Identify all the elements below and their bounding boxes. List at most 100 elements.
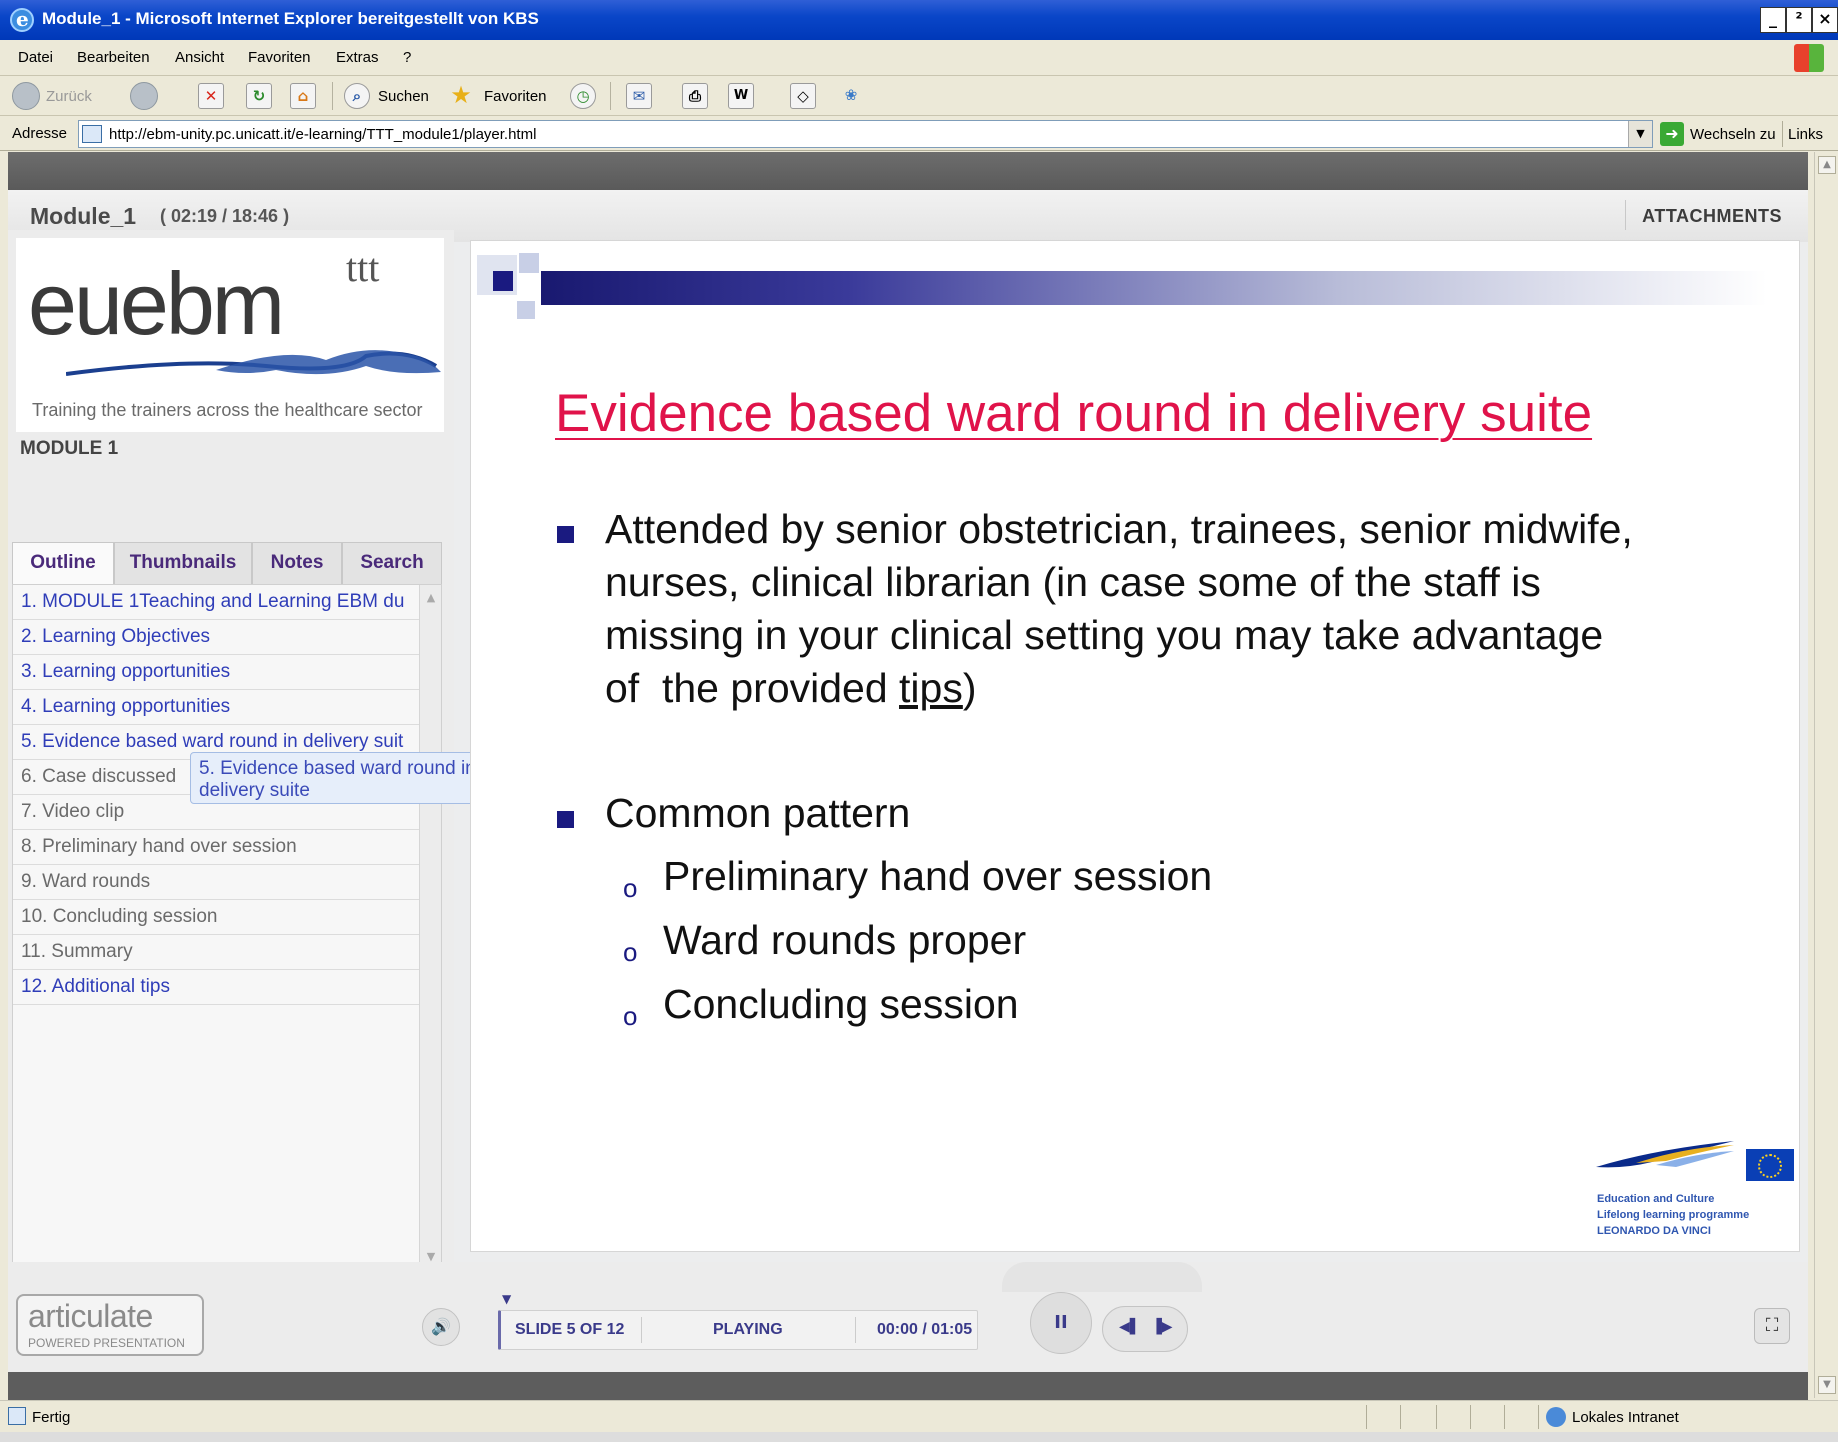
address-dropdown-icon[interactable]: ▼ [1628,121,1652,147]
outline-item[interactable]: 1. MODULE 1Teaching and Learning EBM du [13,585,419,620]
favorites-star-icon[interactable]: ★ [448,83,474,109]
bullet-line: of the provided tips) [605,662,1785,715]
fullscreen-icon[interactable]: ⛶ [1754,1308,1790,1344]
bullet-line-suffix: ) [962,665,977,711]
outline-item[interactable]: 10. Concluding session [13,900,419,935]
menu-help[interactable]: ? [403,49,411,66]
bullet-attended: Attended by senior obstetrician, trainee… [605,503,1785,715]
playback-time: 00:00 / 01:05 [877,1321,973,1338]
tagline: Training the trainers across the healthc… [32,400,423,420]
menu-ansicht[interactable]: Ansicht [175,49,224,66]
status-cell-divider [1504,1405,1505,1429]
header-decoration [517,301,535,319]
tab-search[interactable]: Search [342,542,442,584]
toolbar-separator [610,82,611,110]
volume-icon[interactable]: 🔊 [422,1308,460,1346]
tips-link[interactable]: tips [899,665,963,711]
menu-bearbeiten[interactable]: Bearbeiten [77,49,150,66]
zone-text: Lokales Intranet [1572,1409,1679,1426]
menu-extras[interactable]: Extras [336,49,379,66]
links-button[interactable]: Links [1788,126,1823,143]
logo-superscript: ttt [346,245,380,290]
window-scrollbar[interactable]: ▲ ▼ [1814,152,1838,1398]
bullet-square-icon [557,526,574,543]
outline-item[interactable]: 8. Preliminary hand over session [13,830,419,865]
header-decoration [493,271,513,291]
sub-bullet-icon: o [623,1001,638,1031]
outline-item[interactable]: 2. Learning Objectives [13,620,419,655]
tab-notes[interactable]: Notes [252,542,342,584]
stop-icon[interactable]: ✕ [198,83,224,109]
outline-tooltip: 5. Evidence based ward round in delivery… [190,752,504,804]
toolbar: Zurück ✕ ↻ ⌂ ⌕ Suchen ★ Favoriten ◷ ✉ ⎙ … [0,76,1838,116]
refresh-icon[interactable]: ↻ [246,83,272,109]
favorites-button-label[interactable]: Favoriten [484,88,547,105]
address-url[interactable]: http://ebm-unity.pc.unicatt.it/e-learnin… [109,126,536,143]
go-arrow-icon[interactable]: ➜ [1660,122,1684,146]
outline-item[interactable]: 11. Summary [13,935,419,970]
close-button[interactable]: × [1812,7,1838,33]
module-time: ( 02:19 / 18:46 ) [160,206,290,226]
messenger-icon[interactable]: ❀ [838,83,864,109]
scroll-up-icon[interactable]: ▲ [424,591,438,604]
eu-line: Education and Culture [1597,1193,1715,1205]
status-cell-divider [1366,1405,1367,1429]
controls-bump [1002,1262,1202,1292]
mail-icon[interactable]: ✉ [626,83,652,109]
eu-line: LEONARDO DA VINCI [1597,1225,1711,1237]
sub-bullet-item: Ward rounds proper [663,917,1027,963]
outline-item[interactable]: 3. Learning opportunities [13,655,419,690]
outline-scrollbar[interactable]: ▲ ▼ [419,585,441,1269]
prev-next-group: ◀▌ ▐▶ [1102,1306,1188,1352]
intranet-zone-icon [1546,1407,1566,1427]
back-arrow-icon[interactable] [12,82,40,110]
slide-title: Evidence based ward round in delivery su… [555,384,1593,443]
eu-swoosh-logo [1596,1141,1734,1168]
slide-info-bar: SLIDE 5 OF 12 PLAYING 00:00 / 01:05 [498,1310,978,1350]
outline-item[interactable]: 9. Ward rounds [13,865,419,900]
tab-thumbnails[interactable]: Thumbnails [114,542,252,584]
menu-bar: Datei Bearbeiten Ansicht Favoriten Extra… [0,40,1838,76]
history-icon[interactable]: ◷ [570,83,596,109]
home-icon[interactable]: ⌂ [290,83,316,109]
articulate-logo[interactable]: articulate POWERED PRESENTATION [16,1294,204,1356]
back-button-label[interactable]: Zurück [46,88,92,105]
search-icon[interactable]: ⌕ [344,83,370,109]
search-button-label[interactable]: Suchen [378,88,429,105]
sub-bullet-item: Concluding session [663,981,1019,1027]
window-title: Module_1 - Microsoft Internet Explorer b… [42,9,539,28]
status-cell-divider [1470,1405,1471,1429]
links-separator [1782,121,1783,147]
next-slide-button[interactable]: ▐▶ [1151,1319,1173,1335]
articulate-brand: articulate [28,1298,153,1334]
minimize-button[interactable]: _ [1760,7,1786,33]
pause-button[interactable]: II [1030,1292,1092,1354]
bullet-line: nurses, clinical librarian (in case some… [605,559,1541,605]
articulate-subtitle: POWERED PRESENTATION [28,1336,185,1350]
ie-app-icon [10,7,34,32]
previous-slide-button[interactable]: ◀▌ [1119,1319,1141,1335]
attachments-separator [1625,200,1626,230]
scroll-down-icon[interactable]: ▼ [1818,1376,1836,1394]
menu-datei[interactable]: Datei [18,49,53,66]
discuss-icon[interactable]: ◇ [790,83,816,109]
attachments-button[interactable]: ATTACHMENTS [1642,206,1782,227]
player-bottom-strip [8,1372,1808,1400]
scroll-up-icon[interactable]: ▲ [1818,156,1836,174]
header-decoration [519,253,539,273]
tab-outline[interactable]: Outline [12,542,114,586]
menu-favoriten[interactable]: Favoriten [248,49,311,66]
toolbar-separator [332,82,333,110]
progress-marker-icon[interactable]: ▼ [502,1292,511,1306]
address-bar: Adresse http://ebm-unity.pc.unicatt.it/e… [0,117,1838,151]
edit-word-icon[interactable]: W [728,83,754,109]
print-icon[interactable]: ⎙ [682,83,708,109]
bullet-line-prefix: of the provided [605,665,900,711]
maximize-button[interactable]: ² [1786,7,1812,33]
outline-item[interactable]: 12. Additional tips [13,970,419,1005]
go-button-label[interactable]: Wechseln zu [1690,126,1776,143]
sub-bullet-icon: o [623,873,638,903]
address-input[interactable]: http://ebm-unity.pc.unicatt.it/e-learnin… [78,120,1653,148]
outline-item[interactable]: 4. Learning opportunities [13,690,419,725]
forward-arrow-icon[interactable] [130,82,158,110]
